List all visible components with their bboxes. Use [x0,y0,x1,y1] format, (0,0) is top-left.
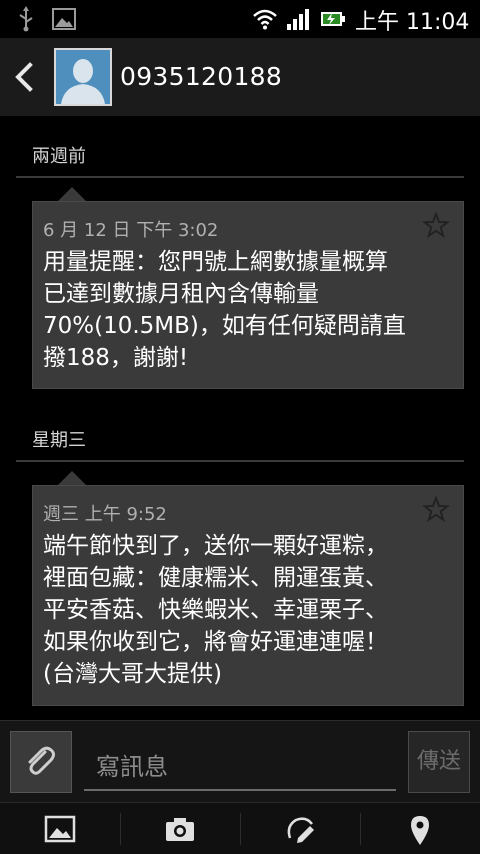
message-line: 如果你收到它，將會好運連連喔！ [43,629,388,655]
location-button[interactable] [360,803,480,854]
attach-button[interactable] [10,731,72,793]
camera-icon [166,818,194,841]
message-bubble[interactable]: 週三 上午 9:52 端午節快到了，送你一顆好運粽， 裡面包藏：健康糯米、開運蛋… [32,485,464,706]
date-divider: 星期三 [16,426,464,462]
bubble-tail [58,471,86,485]
star-icon[interactable] [423,212,449,238]
gallery-notification-icon [52,8,76,30]
draw-icon [287,817,314,843]
location-pin-icon [411,816,429,845]
camera-button[interactable] [120,803,240,854]
message-line: 平安香菇、快樂蝦米、幸運栗子、 [43,597,388,623]
message-line: 端午節快到了，送你一顆好運粽， [43,533,388,559]
message-list[interactable]: 兩週前 6 月 12 日 下午 3:02 用量提醒：您門號上網數據量概算 已達到… [0,116,480,720]
bubble-tail [58,187,86,201]
insert-image-button[interactable] [0,803,120,854]
back-chevron-icon [15,62,33,92]
message-line: 已達到數據月租內含傳輸量 [43,281,319,307]
star-icon[interactable] [423,496,449,522]
message-timestamp: 6 月 12 日 下午 3:02 [43,220,219,241]
image-icon [44,815,76,843]
message-line: 撥188，謝謝! [43,345,189,371]
message-line: 裡面包藏：健康糯米、開運蛋黃、 [43,565,388,591]
send-button[interactable]: 傳送 [408,731,470,793]
contact-number: 0935120188 [120,62,283,91]
draw-button[interactable] [240,803,360,854]
message-line: 用量提醒：您門號上網數據量概算 [43,249,388,275]
paperclip-icon [28,746,55,775]
message-body: 端午節快到了，送你一顆好運粽， 裡面包藏：健康糯米、開運蛋黃、 平安香菇、快樂蝦… [43,530,453,690]
usb-icon [19,6,33,32]
date-divider-label: 星期三 [32,430,86,451]
compose-bar: 寫訊息 傳送 [0,720,480,802]
message-line: 70%(10.5MB)，如有任何疑問請直 [43,313,406,339]
conversation-header: 0935120188 [0,38,480,116]
message-timestamp: 週三 上午 9:52 [43,504,167,525]
back-button[interactable] [8,56,40,98]
bottom-toolbar [0,802,480,854]
date-divider-label: 兩週前 [32,146,86,167]
contact-avatar[interactable] [54,48,112,106]
date-divider: 兩週前 [16,142,464,178]
status-bar: 上午 11:04 [0,0,480,38]
cellular-signal-icon [287,9,309,30]
wifi-icon [253,9,277,30]
clock-time: 上午 11:04 [355,10,470,35]
divider-line [16,460,464,462]
message-input[interactable]: 寫訊息 [84,737,396,791]
battery-charging-icon [321,12,345,26]
message-line: (台灣大哥大提供) [43,661,222,687]
message-bubble[interactable]: 6 月 12 日 下午 3:02 用量提醒：您門號上網數據量概算 已達到數據月租… [32,201,464,389]
divider-line [16,176,464,178]
message-body: 用量提醒：您門號上網數據量概算 已達到數據月租內含傳輸量 70%(10.5MB)… [43,246,453,374]
contact-avatar-icon [56,50,110,104]
